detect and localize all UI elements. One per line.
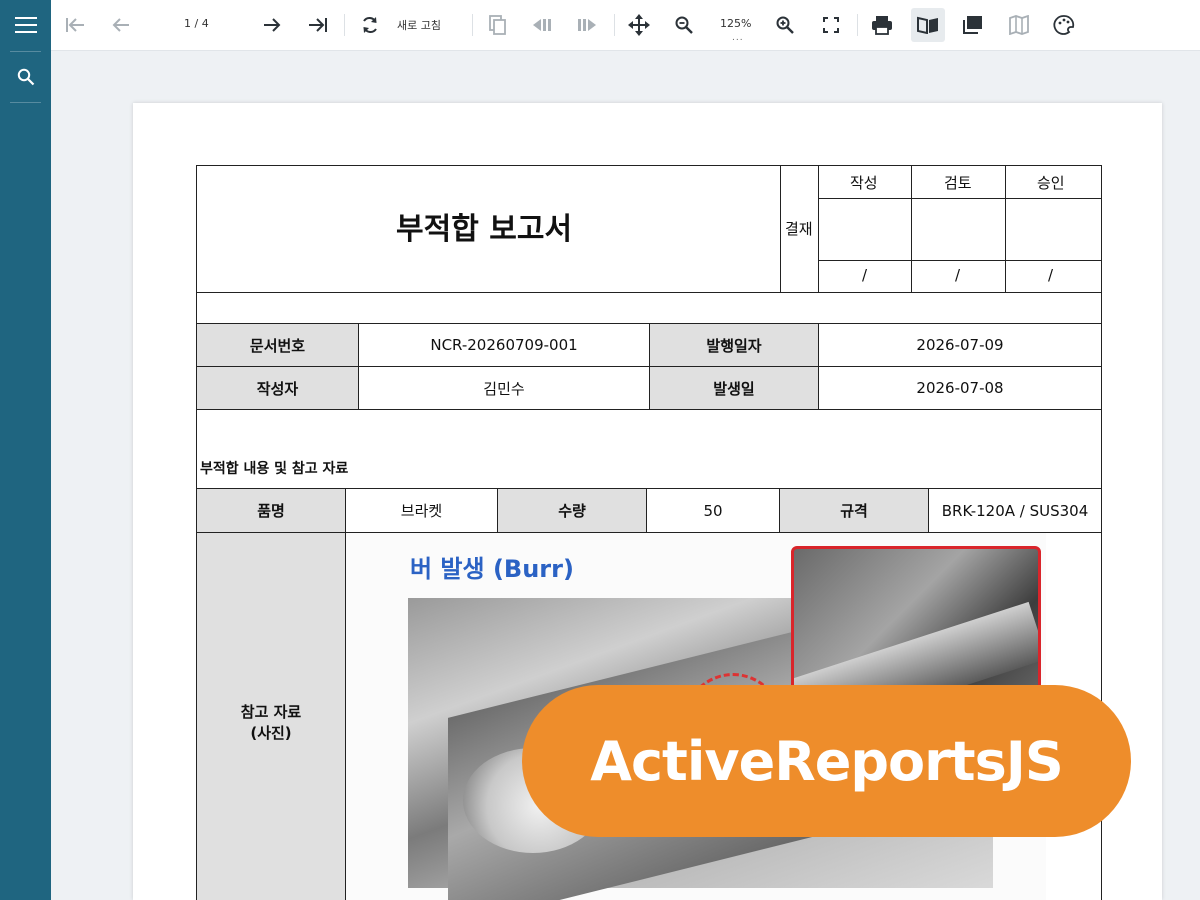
approval-date-review: / [955,266,961,284]
prev-page-icon [112,18,129,32]
toolbar-divider [344,14,345,36]
spacer-row [196,292,1102,324]
author-label: 작성자 [196,366,359,410]
divider [780,165,781,293]
last-page-button[interactable] [301,8,335,42]
forward-icon [578,19,596,31]
doc-no-value: NCR-20260709-001 [358,323,650,367]
last-page-icon [309,18,327,32]
theme-icon [1053,15,1075,35]
refresh-button[interactable] [353,8,387,42]
occur-date-label: 발생일 [649,366,819,410]
galley-button[interactable] [1002,8,1036,42]
report-title: 부적합 보고서 [396,212,573,247]
doc-no-label: 문서번호 [196,323,359,367]
fullscreen-icon [823,17,839,33]
issue-date-label: 발행일자 [649,323,819,367]
approval-col-approve: 승인 [1037,174,1065,192]
next-page-button[interactable] [255,8,289,42]
continuous-icon [963,16,982,34]
approval-col-author: 작성 [850,174,878,192]
back-button[interactable] [525,8,559,42]
approval-date-approve: / [1048,266,1054,284]
page-indicator[interactable]: 1 / 4 [184,17,209,30]
first-page-button[interactable] [58,8,92,42]
qty-label: 수량 [497,488,647,533]
zoom-in-icon [776,16,794,34]
forward-button[interactable] [570,8,604,42]
print-button[interactable] [865,8,899,42]
search-icon [17,68,34,86]
toolbar-divider [857,14,858,36]
zoom-in-button[interactable] [768,8,802,42]
menu-icon [14,17,37,33]
divider [1005,165,1006,293]
single-page-button[interactable] [911,8,945,42]
divider [818,165,819,293]
back-icon [533,19,551,31]
section-title: 부적합 내용 및 참고 자료 [200,461,349,477]
approval-col-review: 검토 [944,174,972,192]
spec-value: BRK-120A / SUS304 [928,488,1102,533]
divider [911,165,912,293]
divider [818,260,1102,261]
photo-title: 버 발생 (Burr) [410,555,574,583]
occur-date-value: 2026-07-08 [818,366,1102,410]
sidebar-divider [10,102,41,103]
search-button[interactable] [0,52,51,102]
issue-date-value: 2026-07-09 [818,323,1102,367]
zoom-level[interactable]: 125% [720,17,751,30]
refresh-label[interactable]: 새로 고침 [397,17,441,33]
fullscreen-button[interactable] [814,8,848,42]
approval-date-author: / [862,266,868,284]
spec-label: 규격 [779,488,929,533]
product-badge: ActiveReportsJS [522,685,1131,837]
prev-page-button[interactable] [104,8,138,42]
product-badge-text: ActiveReportsJS [590,729,1063,793]
export-icon [489,15,506,35]
zoom-out-icon [675,16,693,34]
item-name-label: 품명 [196,488,346,533]
author-value: 김민수 [358,366,650,410]
qty-value: 50 [646,488,780,533]
menu-button[interactable] [0,0,51,50]
pan-icon [628,14,650,36]
divider [818,198,1102,199]
sidebar [0,0,51,900]
galley-icon [1009,15,1029,35]
reference-label: 참고 자료 (사진) [196,532,346,900]
pan-button[interactable] [622,8,656,42]
continuous-button[interactable] [956,8,990,42]
theme-button[interactable] [1047,8,1081,42]
toolbar-divider [472,14,473,36]
zoom-out-button[interactable] [667,8,701,42]
single-page-icon [917,16,938,34]
export-button[interactable] [480,8,514,42]
first-page-icon [66,18,84,32]
reference-label-line1: 참고 자료 [240,703,302,721]
print-icon [872,16,892,35]
refresh-icon [363,16,377,34]
approval-label: 결재 [785,220,813,238]
next-page-icon [264,18,281,32]
toolbar: 1 / 4 새로 고침 125% ... [51,0,1200,51]
item-name-value: 브라켓 [345,488,498,533]
zoom-more[interactable]: ... [732,33,744,43]
toolbar-divider [614,14,615,36]
reference-label-line2: (사진) [250,724,292,742]
